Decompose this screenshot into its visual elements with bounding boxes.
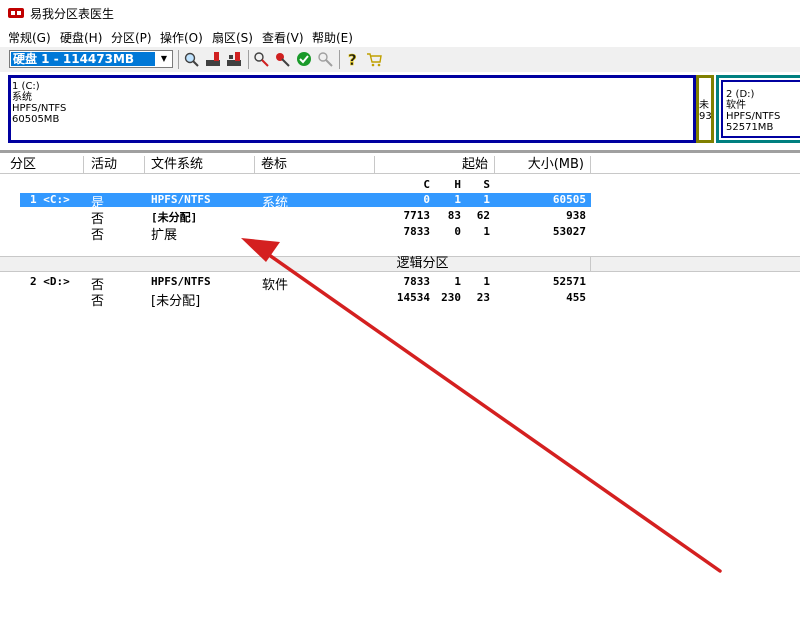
- edit-partition2-icon[interactable]: [226, 51, 242, 67]
- row-active: 否: [91, 228, 105, 243]
- partition-table: 分区 活动 文件系统 卷标 起始 大小(MB) C H S 1 <C:> 是 H…: [0, 153, 800, 621]
- partition-block-extended[interactable]: 2 (D:) 软件 HPFS/NTFS 52571MB: [716, 75, 800, 143]
- chevron-down-icon[interactable]: ▼: [157, 52, 171, 66]
- unalloc-size: 93: [699, 111, 712, 122]
- toolbar-separator: [248, 50, 249, 69]
- row-start-h: 0: [454, 225, 461, 238]
- wand-icon[interactable]: [253, 51, 269, 67]
- row-partition: 2 <D:>: [30, 275, 70, 288]
- menu-partition[interactable]: 分区(P): [111, 29, 152, 46]
- col-header-start[interactable]: 起始: [375, 156, 495, 173]
- apply-check-icon[interactable]: [296, 51, 312, 67]
- row-start-h: 1: [454, 275, 461, 288]
- row-size: 60505: [552, 193, 586, 206]
- col-header-active[interactable]: 活动: [84, 156, 145, 173]
- toolbar-separator: [339, 50, 340, 69]
- row-size: 938: [566, 209, 586, 222]
- menu-disk[interactable]: 硬盘(H): [60, 29, 102, 46]
- table-row[interactable]: 否 [未分配] 14534 230 23 455: [0, 291, 600, 309]
- partition-d-fs: HPFS/NTFS: [726, 111, 781, 122]
- row-partition: 1 <C:>: [30, 193, 70, 206]
- row-start-s: 1: [483, 225, 490, 238]
- subheader-c: C: [423, 178, 430, 191]
- row-start-h: 1: [454, 193, 461, 206]
- help-icon[interactable]: ?: [344, 51, 360, 67]
- logical-partitions-label: 逻辑分区: [255, 257, 591, 271]
- toolbar-separator: [178, 50, 179, 69]
- menu-view[interactable]: 查看(V): [262, 29, 304, 46]
- menu-help[interactable]: 帮助(E): [312, 29, 353, 46]
- menu-bar: 常规(G) 硬盘(H) 分区(P) 操作(O) 扇区(S) 查看(V) 帮助(E…: [0, 26, 800, 46]
- row-size: 53027: [552, 225, 586, 238]
- row-start-c: 7833: [403, 275, 431, 288]
- logical-partitions-bar: 逻辑分区: [0, 256, 800, 272]
- undo-icon[interactable]: [317, 51, 333, 67]
- svg-text:?: ?: [348, 51, 357, 67]
- search-disk-icon[interactable]: [183, 51, 199, 67]
- cart-icon[interactable]: [366, 51, 382, 67]
- row-start-s: 62: [476, 209, 490, 222]
- col-header-label[interactable]: 卷标: [255, 156, 375, 173]
- row-start-c: 7713: [403, 209, 431, 222]
- tool-icon[interactable]: [274, 51, 290, 67]
- row-start-s: 23: [476, 291, 490, 304]
- partition-c-label: 系统: [12, 92, 32, 103]
- table-row[interactable]: 否 扩展 7833 0 1 53027: [0, 225, 600, 243]
- subheader-h: H: [454, 178, 461, 191]
- row-size: 52571: [552, 275, 586, 288]
- toolbar: 硬盘 1 - 114473MB ▼ ?: [0, 46, 800, 73]
- partition-block-d[interactable]: 2 (D:) 软件 HPFS/NTFS 52571MB: [721, 80, 800, 138]
- row-start-c: 0: [423, 193, 430, 206]
- partition-d-name: 2 (D:): [726, 89, 755, 100]
- app-logo-icon: [8, 8, 24, 18]
- disk-map: 1 (C:) 系统 HPFS/NTFS 60505MB 未 93 2 (D:) …: [0, 72, 800, 148]
- row-filesystem: [未分配]: [151, 294, 201, 309]
- partition-c-name: 1 (C:): [12, 81, 40, 92]
- partition-d-size: 52571MB: [726, 122, 774, 133]
- row-filesystem: HPFS/NTFS: [151, 193, 211, 206]
- partition-block-c[interactable]: 1 (C:) 系统 HPFS/NTFS 60505MB: [8, 75, 696, 143]
- disk-selector-value: 硬盘 1 - 114473MB: [11, 52, 155, 66]
- row-filesystem: HPFS/NTFS: [151, 275, 211, 288]
- window-title: 易我分区表医生: [30, 7, 115, 21]
- row-active: 否: [91, 294, 105, 309]
- header-divider: [0, 173, 800, 174]
- menu-operation[interactable]: 操作(O): [160, 29, 203, 46]
- disk-selector[interactable]: 硬盘 1 - 114473MB ▼: [9, 50, 173, 68]
- menu-general[interactable]: 常规(G): [8, 29, 51, 46]
- row-start-s: 1: [483, 275, 490, 288]
- edit-partition-icon[interactable]: [205, 51, 221, 67]
- row-start-h: 83: [447, 209, 461, 222]
- menu-sector[interactable]: 扇区(S): [212, 29, 253, 46]
- col-header-partition[interactable]: 分区: [0, 156, 84, 173]
- col-header-size[interactable]: 大小(MB): [495, 156, 591, 173]
- partition-c-size: 60505MB: [12, 114, 60, 125]
- row-size: 455: [566, 291, 586, 304]
- subheader-s: S: [483, 178, 490, 191]
- title-bar: 易我分区表医生: [0, 0, 800, 26]
- partition-block-unallocated[interactable]: 未 93: [696, 75, 714, 143]
- row-start-s: 1: [483, 193, 490, 206]
- table-row[interactable]: 2 <D:> 否 HPFS/NTFS 软件 7833 1 1 52571: [0, 275, 600, 293]
- partition-d-label: 软件: [726, 100, 746, 111]
- table-row[interactable]: 1 <C:> 是 HPFS/NTFS 系统 0 1 1 60505: [0, 193, 600, 211]
- partition-c-fs: HPFS/NTFS: [12, 103, 67, 114]
- table-row[interactable]: 否 [未分配] 7713 83 62 938: [0, 209, 600, 227]
- row-filesystem: [未分配]: [151, 211, 198, 224]
- row-start-c: 14534: [396, 291, 430, 304]
- col-header-filesystem[interactable]: 文件系统: [145, 156, 255, 173]
- row-filesystem: 扩展: [151, 228, 178, 243]
- row-start-h: 230: [441, 291, 461, 304]
- unalloc-label: 未: [699, 100, 709, 111]
- row-start-c: 7833: [403, 225, 431, 238]
